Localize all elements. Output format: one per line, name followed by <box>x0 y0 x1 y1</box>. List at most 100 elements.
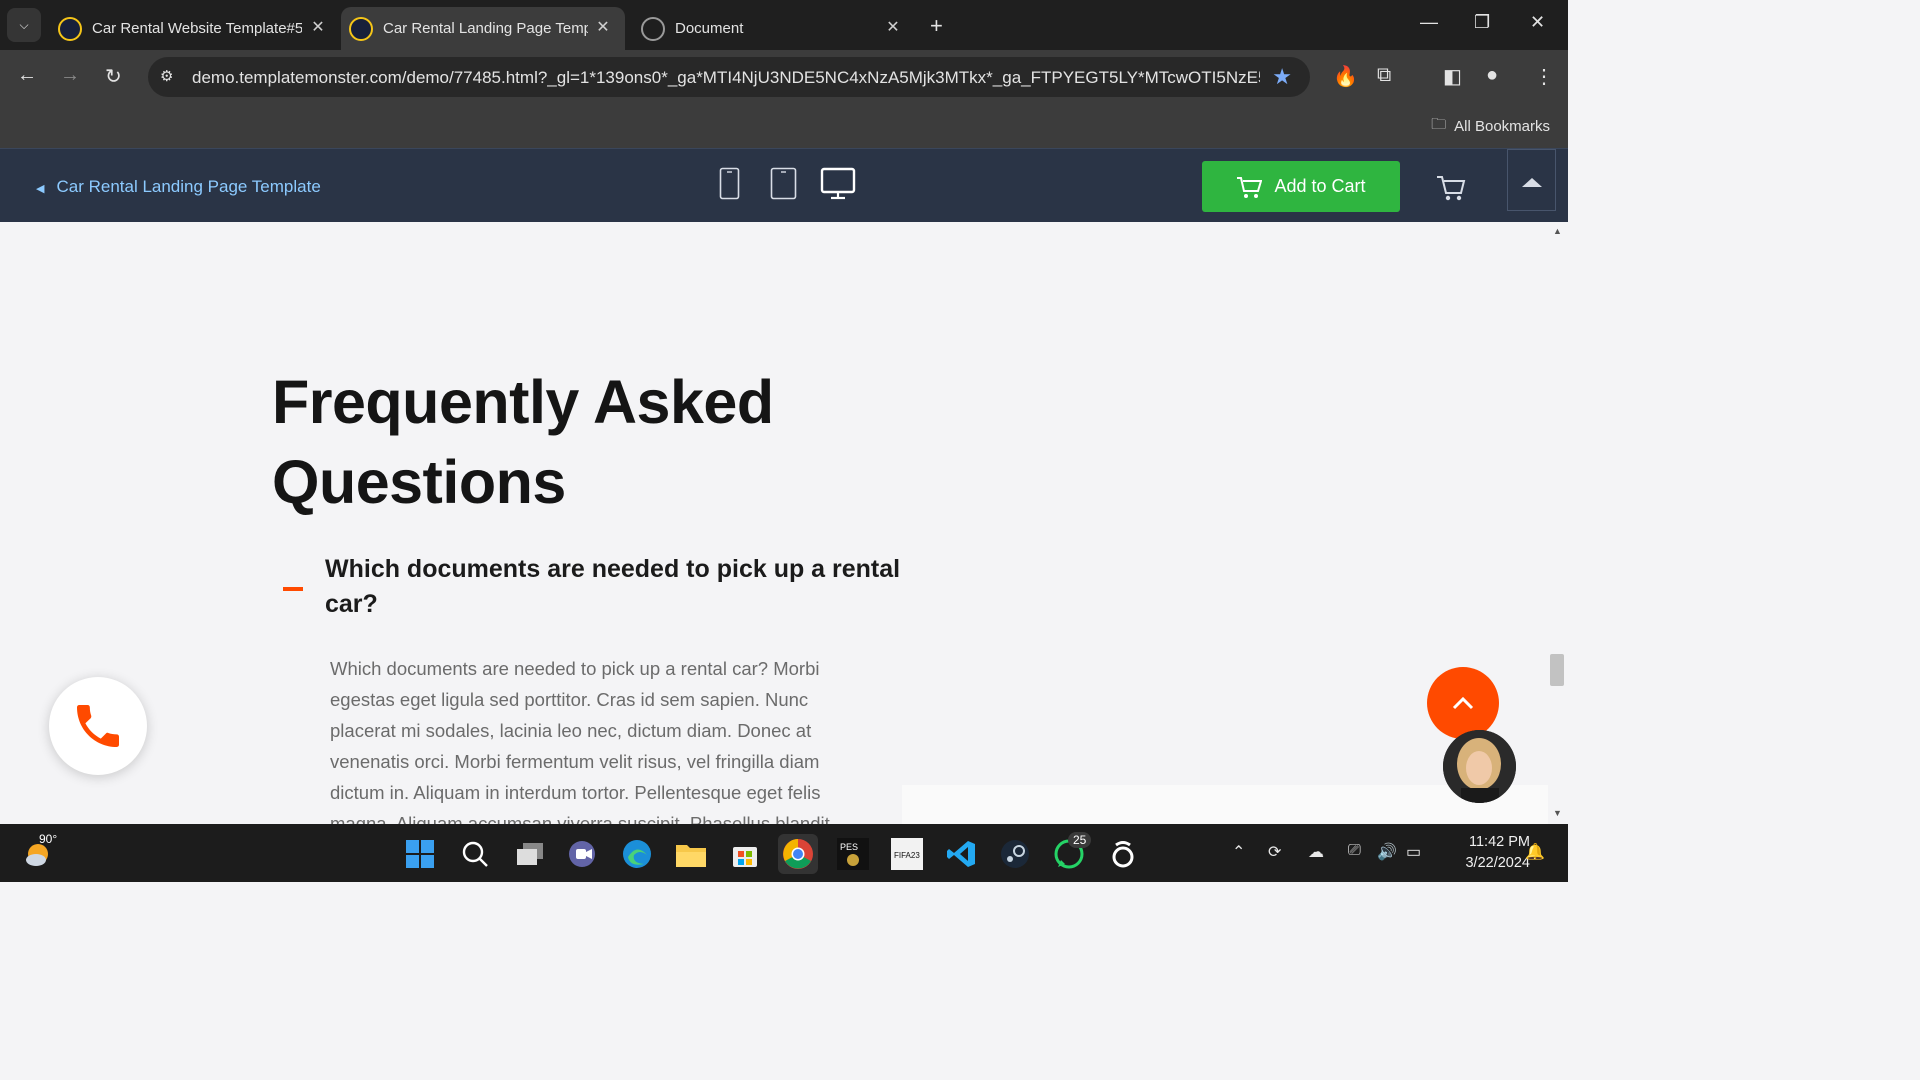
faq-heading-line1: Frequently Asked <box>272 368 774 436</box>
steam-icon <box>1001 840 1029 868</box>
faq-heading-line2: Questions <box>272 448 566 516</box>
shopping-cart-icon[interactable] <box>1436 174 1466 202</box>
scroll-to-top-button[interactable] <box>1427 667 1499 739</box>
chat-avatar[interactable] <box>1443 730 1516 803</box>
forward-arrow-icon[interactable]: → <box>60 64 80 87</box>
vscode-app[interactable] <box>941 834 981 874</box>
edge-app[interactable] <box>617 834 657 874</box>
restore-button[interactable]: ❐ <box>1474 12 1490 33</box>
extension-fire-icon[interactable]: 🔥 <box>1333 64 1358 89</box>
tab-title: Document <box>675 20 744 37</box>
side-panel-icon[interactable]: ◧ <box>1443 64 1462 89</box>
cart-icon <box>1237 176 1263 198</box>
profile-icon[interactable]: ● <box>1486 64 1498 87</box>
clock-date: 3/22/2024 <box>1465 855 1530 871</box>
task-view-icon <box>517 843 543 865</box>
call-button[interactable] <box>49 677 147 775</box>
mobile-view-icon[interactable] <box>719 167 741 201</box>
caret-up-icon <box>1522 178 1542 187</box>
site-info-icon[interactable]: ⚙ <box>160 67 173 85</box>
scroll-up-icon[interactable]: ▲ <box>1553 226 1562 236</box>
whatsapp-badge: 25 <box>1068 832 1092 848</box>
close-icon[interactable]: ✕ <box>883 18 903 38</box>
faq-heading: Frequently Asked Questions <box>272 362 972 522</box>
template-monster-icon <box>58 16 82 41</box>
start-button[interactable] <box>400 834 440 874</box>
extensions-puzzle-icon[interactable]: ⧉ <box>1377 64 1391 87</box>
ring-app-icon <box>1112 841 1134 868</box>
misc-app[interactable] <box>1103 834 1143 874</box>
pes-game-icon: PES <box>837 838 869 870</box>
tab-title: Car Rental Website Template#5 <box>92 20 302 37</box>
tab-title: Car Rental Landing Page Templ <box>383 20 588 37</box>
svg-text:FIFA23: FIFA23 <box>894 851 920 860</box>
add-to-cart-label: Add to Cart <box>1274 176 1366 196</box>
close-icon[interactable]: ✕ <box>308 18 328 38</box>
tab-2-active[interactable]: Car Rental Landing Page Templ ✕ <box>341 7 625 50</box>
clock-time: 11:42 PM <box>1469 834 1530 850</box>
template-preview-bar: ◀ Car Rental Landing Page Template Add to… <box>0 148 1568 223</box>
volume-icon[interactable]: 🔊 <box>1377 842 1397 862</box>
network-icon[interactable]: ⎚ <box>1348 842 1361 860</box>
sync-icon[interactable]: ⟳ <box>1268 842 1281 862</box>
page-scrollbar[interactable]: ▲ ▼ <box>1548 222 1568 824</box>
tab-3[interactable]: Document ✕ <box>633 7 915 50</box>
reload-icon[interactable]: ↻ <box>105 64 122 89</box>
search-button[interactable] <box>455 834 495 874</box>
battery-icon[interactable]: ▭ <box>1406 842 1421 862</box>
minimize-button[interactable]: — <box>1420 12 1438 33</box>
new-tab-button[interactable]: + <box>930 13 943 39</box>
bookmarks-bar: 🗀 All Bookmarks <box>0 104 1568 148</box>
desktop-view-icon[interactable] <box>820 167 856 201</box>
vscode-icon <box>947 841 975 867</box>
bookmark-star-icon[interactable]: ★ <box>1272 64 1292 90</box>
address-bar[interactable]: ⚙ demo.templatemonster.com/demo/77485.ht… <box>148 57 1310 97</box>
scrollbar-thumb[interactable] <box>1550 654 1564 686</box>
scroll-down-icon[interactable]: ▼ <box>1553 808 1562 818</box>
browser-toolbar: ← → ↻ ⚙ demo.templatemonster.com/demo/77… <box>0 50 1568 104</box>
all-bookmarks-button[interactable]: 🗀 All Bookmarks <box>1431 114 1550 139</box>
show-hidden-icons-chevron-icon[interactable]: ⌃ <box>1232 842 1245 862</box>
url-text[interactable]: demo.templatemonster.com/demo/77485.html… <box>192 68 1260 88</box>
teams-app[interactable] <box>563 834 603 874</box>
temperature-label: 90° <box>39 832 58 846</box>
steam-app[interactable] <box>995 834 1035 874</box>
fifa-game-app[interactable]: FIFA23 <box>887 834 927 874</box>
menu-kebab-icon[interactable]: ⋮ <box>1534 64 1554 89</box>
tab-1[interactable]: Car Rental Website Template#5 ✕ <box>50 7 340 50</box>
add-to-cart-button[interactable]: Add to Cart <box>1202 161 1400 212</box>
agent-avatar-icon <box>1443 730 1516 803</box>
pes-game-app[interactable]: PES <box>833 834 873 874</box>
store-bag-icon <box>733 847 757 867</box>
collapse-minus-icon[interactable] <box>283 587 303 591</box>
window-close-button[interactable]: ✕ <box>1530 12 1545 33</box>
all-bookmarks-label: All Bookmarks <box>1454 118 1550 135</box>
globe-icon <box>641 16 665 41</box>
folder-icon <box>676 845 706 867</box>
back-to-template-link[interactable]: ◀ Car Rental Landing Page Template <box>36 177 321 197</box>
phone-icon <box>77 705 119 747</box>
svg-text:PES: PES <box>840 842 858 852</box>
tab-search-button[interactable]: ⌵ <box>7 8 41 42</box>
system-clock[interactable]: 11:42 PM 3/22/2024 <box>1440 832 1530 874</box>
store-app[interactable] <box>725 834 765 874</box>
file-explorer-app[interactable] <box>671 834 711 874</box>
folder-icon: 🗀 <box>1431 116 1447 133</box>
browser-tab-strip: ⌵ Car Rental Website Template#5 ✕ Car Re… <box>0 0 1568 50</box>
windows-logo-icon <box>406 840 434 868</box>
notification-bell-icon[interactable]: 🔔 <box>1525 842 1545 862</box>
faq-answer: Which documents are needed to pick up a … <box>330 658 830 824</box>
collapse-bar-button[interactable] <box>1507 149 1556 211</box>
fifa-game-icon: FIFA23 <box>891 838 923 870</box>
task-view-button[interactable] <box>510 834 550 874</box>
tablet-view-icon[interactable] <box>770 167 798 201</box>
windows-taskbar: 90° PES FIFA23 25 ⌃ ⟳ ☁ ⎚ 🔊 ▭ 11:42 PM 3… <box>0 824 1568 882</box>
back-arrow-icon[interactable]: ← <box>17 64 37 87</box>
close-icon[interactable]: ✕ <box>593 18 613 38</box>
back-link-label: Car Rental Landing Page Template <box>56 177 321 196</box>
chrome-app[interactable] <box>778 834 818 874</box>
video-chat-icon <box>569 841 595 867</box>
cloud-icon[interactable]: ☁ <box>1308 842 1324 862</box>
faq-question[interactable]: Which documents are needed to pick up a … <box>325 552 905 622</box>
content-panel <box>902 785 1548 824</box>
